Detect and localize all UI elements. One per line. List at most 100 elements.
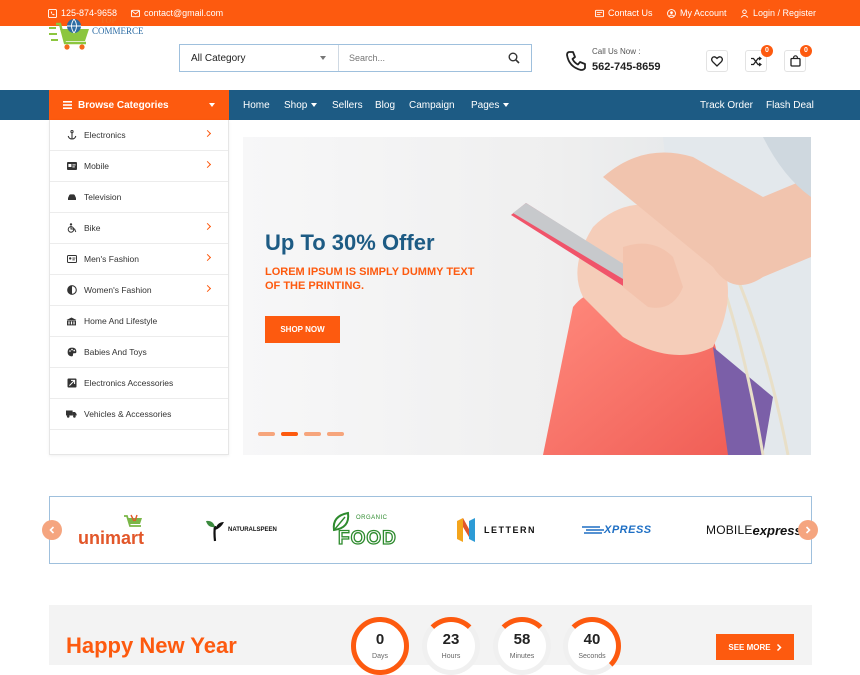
wheelchair-icon: [66, 223, 77, 234]
nav-flash-deal[interactable]: Flash Deal: [766, 100, 814, 111]
chevron-down-icon: [311, 103, 318, 108]
countdown-days-value: 0: [375, 631, 385, 648]
sidebar-item-label: Home And Lifestyle: [84, 316, 158, 326]
countdown-hours: 23 Hours: [422, 617, 480, 675]
category-select[interactable]: All Category: [180, 45, 339, 71]
brand-carousel: unimart NATURALSPEEN ORGANIC FOOD LETTER…: [49, 496, 812, 564]
countdown-hours-value: 23: [442, 631, 460, 648]
countdown-seconds-value: 40: [583, 631, 601, 648]
wishlist-button[interactable]: [706, 50, 728, 72]
nav-blog[interactable]: Blog: [375, 100, 395, 111]
truck-icon: [66, 409, 77, 420]
slider-dot-active[interactable]: [281, 432, 298, 436]
hero-banner: [243, 137, 811, 455]
brand-lettern-text: LETTERN: [484, 525, 536, 535]
tag-icon: [66, 378, 77, 389]
search-input[interactable]: [339, 45, 497, 71]
hero-title: Up To 30% Offer: [265, 230, 435, 255]
sidebar-item-label: Electronics Accessories: [84, 378, 174, 388]
sidebar-item-bike[interactable]: Bike: [50, 213, 228, 244]
cart-button[interactable]: 0: [784, 45, 812, 72]
sidebar-item-electronics-accessories[interactable]: Electronics Accessories: [50, 368, 228, 399]
brand-mobile-express[interactable]: MOBILE express: [706, 497, 802, 563]
category-sidebar: Electronics Mobile Television Bike Men's…: [49, 120, 229, 455]
cart-globe-logo-icon: [49, 18, 89, 50]
nav-pages[interactable]: Pages: [471, 100, 510, 111]
promo-title: Happy New Year: [66, 633, 237, 658]
nav-home[interactable]: Home: [243, 100, 270, 111]
brand-organic-food[interactable]: ORGANIC FOOD: [328, 497, 402, 563]
nav-track-order-label: Track Order: [700, 100, 753, 111]
chevron-right-icon: [203, 222, 212, 231]
countdown-minutes: 58 Minutes: [493, 617, 551, 675]
countdown-hours-label: Hours: [441, 653, 461, 660]
nav-flash-deal-label: Flash Deal: [766, 100, 814, 111]
nav-campaign[interactable]: Campaign: [409, 100, 455, 111]
nav-shop-label: Shop: [284, 100, 308, 111]
sidebar-item-electronics[interactable]: Electronics: [50, 120, 228, 151]
search-button[interactable]: [497, 45, 531, 71]
sidebar-item-womens-fashion[interactable]: Women's Fashion: [50, 275, 228, 306]
sidebar-item-home-lifestyle[interactable]: Home And Lifestyle: [50, 306, 228, 337]
sidebar-item-television[interactable]: Television: [50, 182, 228, 213]
compare-button[interactable]: 0: [745, 45, 773, 72]
brand-food-label: FOOD: [337, 527, 397, 549]
chevron-right-icon: [203, 284, 212, 293]
sidebar-item-mobile[interactable]: Mobile: [50, 151, 228, 182]
sidebar-item-vehicles-accessories[interactable]: Vehicles & Accessories: [50, 399, 228, 430]
speed-lines-icon: [582, 526, 604, 534]
countdown-seconds-label: Seconds: [578, 653, 606, 660]
nav-shop[interactable]: Shop: [284, 100, 318, 111]
logo-text-commerce: COMMERCE: [92, 26, 144, 36]
sidebar-item-label: Bike: [84, 223, 101, 233]
brand-naturalspeen-text: NATURALSPEEN: [228, 527, 277, 533]
nav-track-order[interactable]: Track Order: [700, 100, 753, 111]
login-register-link: Login / Register: [753, 8, 817, 18]
user-icon: [740, 8, 749, 18]
nav-blog-label: Blog: [375, 100, 396, 111]
nav-sellers[interactable]: Sellers: [332, 100, 363, 111]
category-select-value: All Category: [191, 53, 246, 64]
see-more-button[interactable]: SEE MORE: [716, 634, 794, 660]
vcard-icon: [66, 254, 77, 265]
top-email[interactable]: contact@gmail.com: [131, 8, 223, 18]
cart-count-badge: 0: [800, 45, 812, 57]
slider-dot[interactable]: [258, 432, 275, 436]
sidebar-item-label: Babies And Toys: [84, 347, 147, 357]
top-my-account[interactable]: My Account: [667, 8, 727, 18]
top-email-text: contact@gmail.com: [144, 8, 224, 18]
top-contact-us[interactable]: Contact Us: [595, 8, 653, 18]
brand-unimart[interactable]: unimart: [78, 497, 148, 563]
chevron-right-icon: [203, 253, 212, 262]
brand-organic-label: ORGANIC: [356, 515, 388, 521]
logo-text-top: TOP: [100, 16, 117, 25]
sprout-logo-icon: [206, 520, 224, 542]
hamburger-icon: [63, 101, 72, 109]
countdown-minutes-value: 58: [513, 631, 531, 648]
chevron-right-icon: [203, 129, 212, 138]
building-icon: [66, 316, 77, 327]
brand-unimart-text: unimart: [78, 528, 145, 548]
slider-dot[interactable]: [327, 432, 344, 436]
phone-icon: [566, 51, 586, 71]
carousel-prev-button[interactable]: [42, 520, 62, 540]
carousel-next-button[interactable]: [798, 520, 818, 540]
slider-dot[interactable]: [304, 432, 321, 436]
top-login-register[interactable]: Login / Register: [740, 8, 816, 18]
brand-naturalspeen[interactable]: NATURALSPEEN: [205, 497, 277, 563]
chevron-down-icon: [320, 56, 326, 60]
search-bar: All Category: [179, 44, 532, 72]
logo[interactable]: TOP COMMERCE: [48, 16, 144, 54]
compare-count-badge: 0: [761, 45, 773, 57]
sidebar-item-babies-toys[interactable]: Babies And Toys: [50, 337, 228, 368]
shop-now-button[interactable]: SHOP NOW: [265, 316, 340, 343]
letter-n-logo-icon: [457, 518, 475, 542]
sidebar-item-mens-fashion[interactable]: Men's Fashion: [50, 244, 228, 275]
brand-lettern[interactable]: LETTERN: [456, 497, 536, 563]
brand-xpress[interactable]: XPRESS: [582, 497, 652, 563]
browse-categories-button[interactable]: Browse Categories: [49, 90, 229, 120]
call-us-number[interactable]: 562-745-8659: [592, 61, 661, 73]
nav-campaign-label: Campaign: [409, 100, 455, 111]
address-card-icon: [595, 9, 604, 17]
call-us-label: Call Us Now :: [592, 47, 641, 56]
